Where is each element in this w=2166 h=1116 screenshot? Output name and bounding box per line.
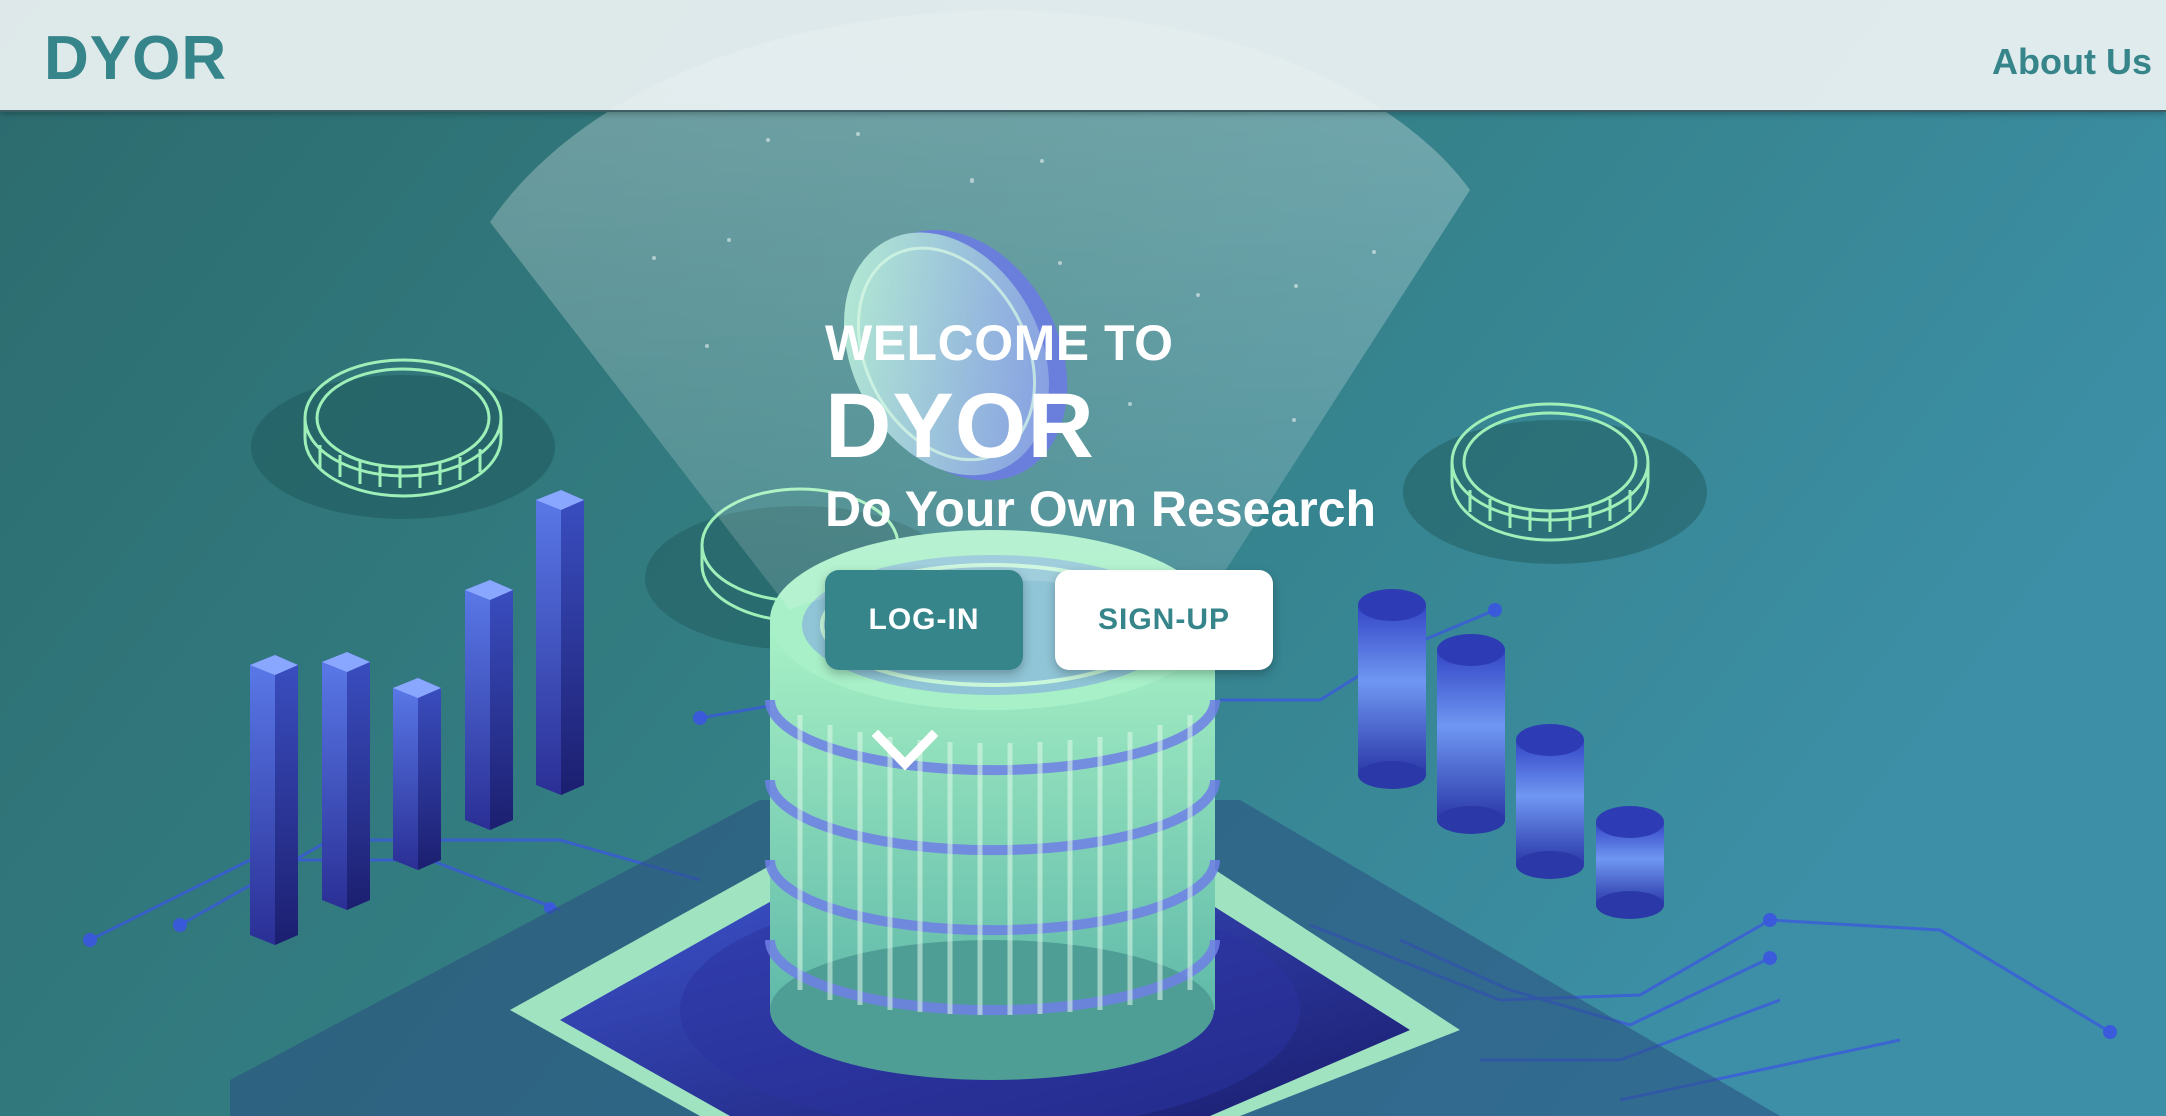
login-button[interactable]: LOG-IN <box>825 570 1023 670</box>
welcome-block: WELCOME TO DYOR Do Your Own Research <box>825 318 1376 534</box>
welcome-title: DYOR <box>825 375 1095 477</box>
signup-button[interactable]: SIGN-UP <box>1055 570 1273 670</box>
welcome-kicker: WELCOME TO <box>825 315 1174 371</box>
hero-illustration <box>0 0 2166 1116</box>
brand-logo[interactable]: DYOR <box>44 28 227 90</box>
welcome-subtitle: Do Your Own Research <box>825 481 1377 537</box>
chevron-down-icon[interactable] <box>872 730 938 772</box>
nav-link-about-us[interactable]: About Us <box>1992 44 2152 80</box>
landing-page: DYOR About Us WELCOME TO DYOR Do Your Ow… <box>0 0 2166 1116</box>
top-navbar: DYOR About Us <box>0 0 2166 112</box>
